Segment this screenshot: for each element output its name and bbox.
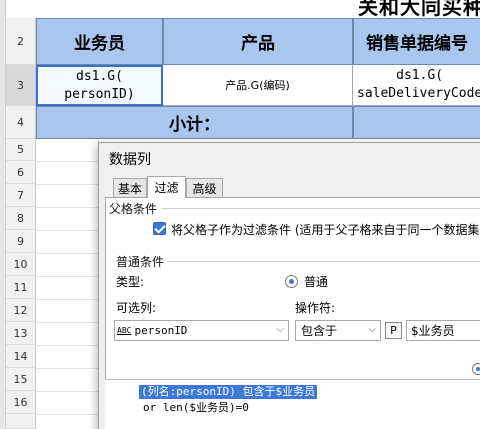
subtotal-cell[interactable]: 小计： [36, 106, 353, 139]
row-header[interactable]: 3 [6, 65, 36, 106]
operator-select-value: 包含于 [301, 324, 338, 338]
parameter-value-field[interactable]: $业务员 [406, 320, 480, 341]
column-label: 可选列: [116, 301, 157, 315]
parent-filter-checkbox-label[interactable]: 将父格子作为过滤条件 (适用于父子格来自于同一个数据集) [171, 221, 480, 238]
cell-salesperson-formula[interactable]: ds1.G( personID) [36, 65, 163, 106]
header-cell-order-no[interactable]: 销售单据编号 [353, 18, 480, 65]
report-title-row: 关和大同买种 [36, 0, 480, 18]
operator-select[interactable]: 包含于 ⌵ [295, 320, 381, 341]
tab-advanced[interactable]: 高级 [186, 178, 223, 197]
cell-text-line: ds1.G( [76, 68, 123, 84]
radio-button-partial[interactable] [472, 363, 480, 375]
row-header[interactable]: 8 [6, 207, 36, 230]
subtotal-cell-empty[interactable] [353, 106, 480, 139]
column-select[interactable]: ABC personID ⌵ [114, 320, 289, 341]
row-header[interactable]: 4 [6, 106, 36, 139]
cell-text-line: saleDeliveryCode [357, 86, 480, 101]
cell-text-line: ds1.G( [396, 68, 444, 83]
condition-expression-line[interactable]: or len($业务员)=0 [143, 401, 249, 415]
dialog-title: 数据列 [109, 152, 151, 168]
type-normal-label[interactable]: 普通 [304, 273, 328, 290]
row-header[interactable]: 6 [6, 161, 36, 184]
row-header[interactable]: 10 [6, 253, 36, 276]
header-cell-order-no-label: 销售单据编号 [366, 34, 468, 54]
operator-label: 操作符: [295, 301, 336, 315]
row-header[interactable]: 13 [6, 322, 36, 345]
row-header[interactable]: 11 [6, 276, 36, 299]
row-header[interactable]: 12 [6, 299, 36, 322]
row-header[interactable]: 5 [6, 139, 36, 161]
row-header [6, 414, 36, 429]
divider [168, 261, 480, 262]
parent-filter-checkbox[interactable] [153, 222, 166, 235]
column-select-value: personID [134, 324, 188, 337]
row-header[interactable]: 14 [6, 345, 36, 368]
parameter-value-text: $业务员 [411, 324, 455, 338]
report-title[interactable]: 关和大同买种 [358, 0, 480, 18]
text-type-icon: ABC [117, 325, 132, 335]
divider [161, 208, 480, 209]
condition-expression-list[interactable]: (列名:personID) 包含于$业务员 or len($业务员)=0 [105, 379, 480, 429]
chevron-down-icon: ⌵ [276, 324, 284, 335]
condition-expression-selected[interactable]: (列名:personID) 包含于$业务员 [139, 385, 318, 399]
type-normal-radio[interactable] [285, 275, 298, 288]
chevron-down-icon: ⌵ [368, 324, 376, 335]
row-header[interactable]: 9 [6, 230, 36, 253]
row-header[interactable]: 7 [6, 184, 36, 207]
tab-filter[interactable]: 过滤 [147, 176, 186, 198]
parent-condition-group-label: 父格条件 [109, 202, 158, 216]
cell-product-formula[interactable]: 产品.G(编码) [163, 65, 353, 106]
subtotal-label: 小计： [169, 115, 220, 135]
header-cell-salesperson[interactable]: 业务员 [36, 18, 163, 65]
row-header[interactable]: 15 [6, 368, 36, 391]
row-header[interactable]: 2 [6, 18, 36, 65]
header-cell-product[interactable]: 产品 [163, 18, 353, 65]
cell-text-line: personID) [64, 86, 135, 102]
row-header[interactable]: 16 [6, 391, 36, 414]
tab-basic[interactable]: 基本 [113, 178, 147, 197]
normal-condition-group-label: 普通条件 [116, 255, 165, 269]
parameter-type-button[interactable]: P [385, 322, 402, 339]
data-column-dialog: 数据列 基本 过滤 高级 父格条件 将父格子作为过滤条件 (适用于父子格来自于同… [98, 142, 480, 429]
type-label: 类型: [116, 275, 145, 289]
cell-order-formula[interactable]: ds1.G( saleDeliveryCode [353, 65, 480, 106]
